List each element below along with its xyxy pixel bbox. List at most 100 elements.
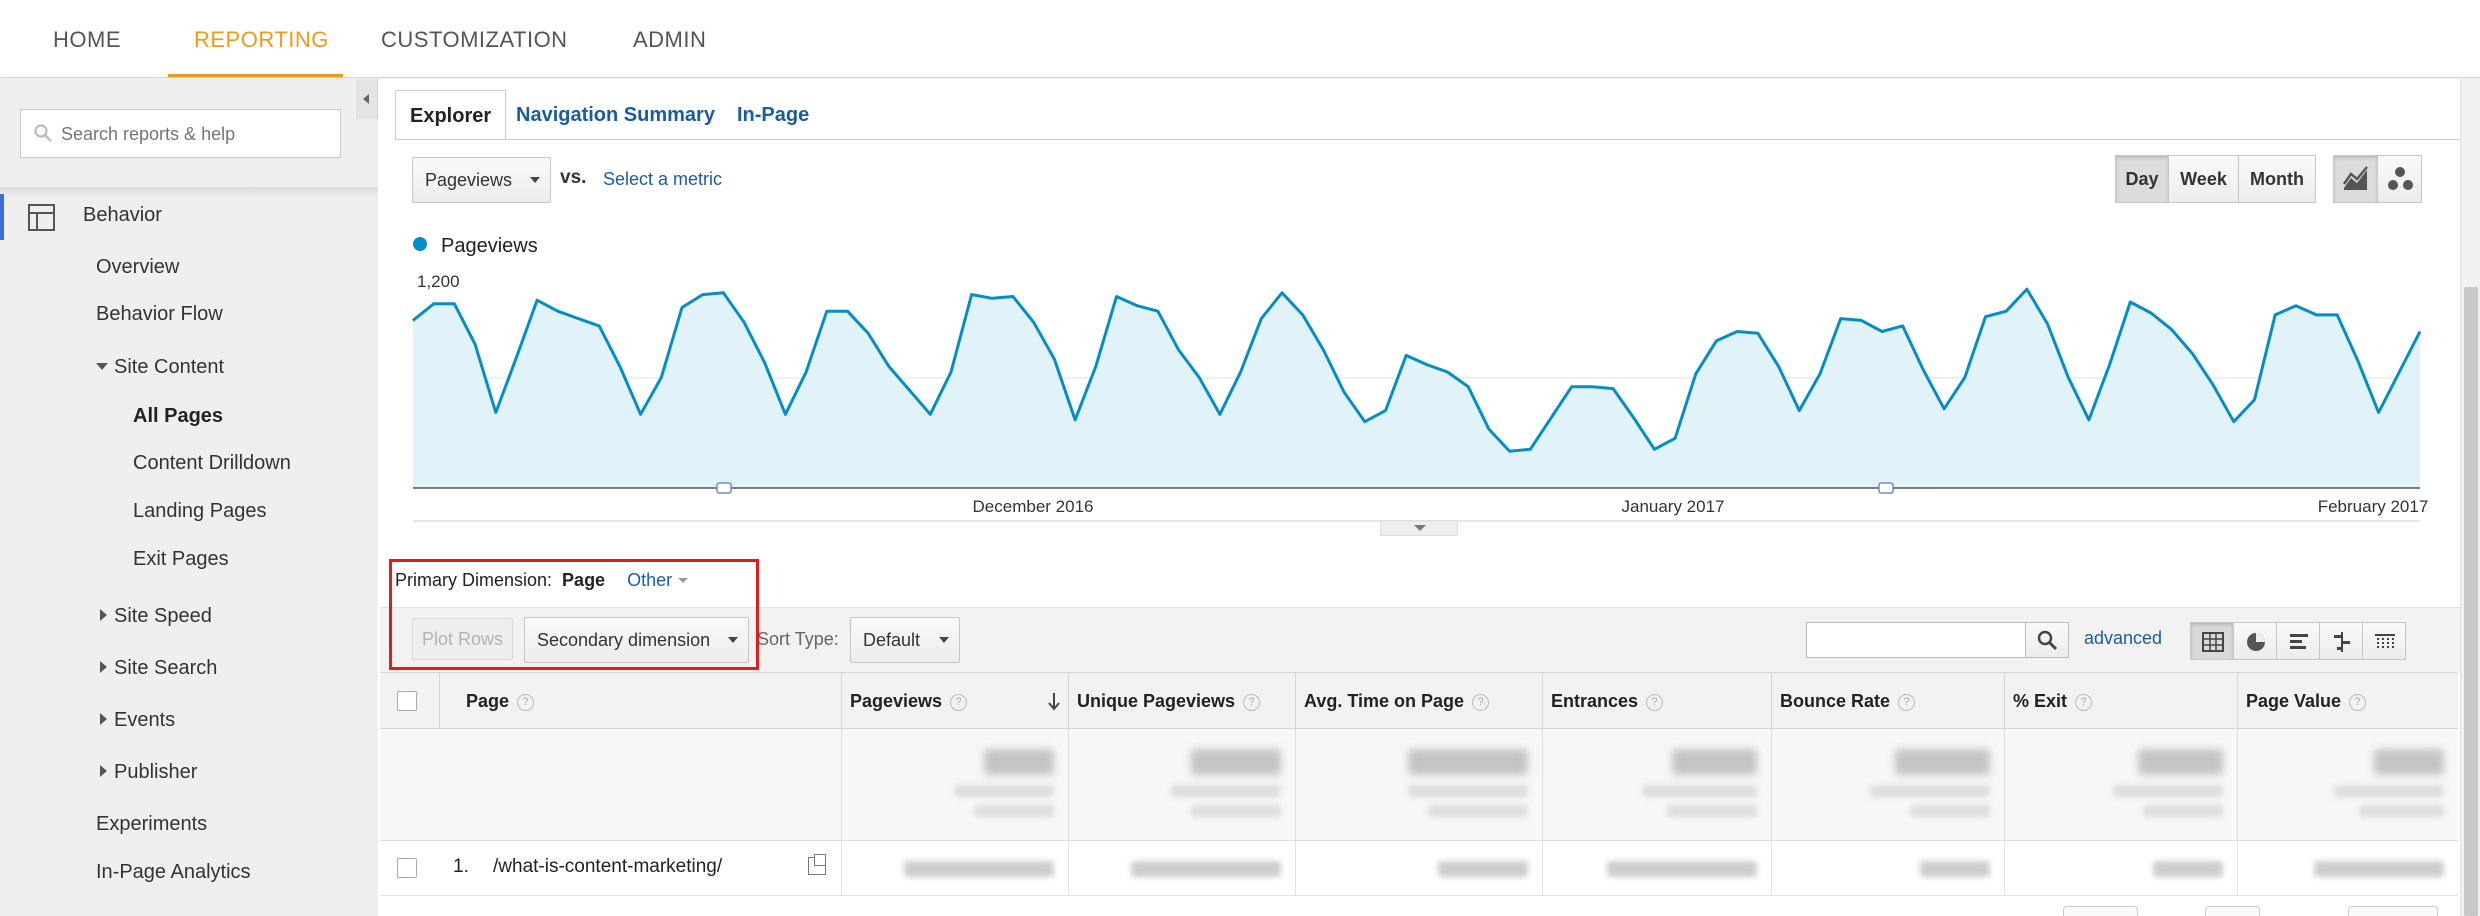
chart-data-point[interactable] xyxy=(556,309,560,313)
sidebar-item-in-page-analytics[interactable]: In-Page Analytics xyxy=(96,861,251,884)
select-metric-link[interactable]: Select a metric xyxy=(603,169,722,190)
sidebar-item-content-drilldown[interactable]: Content Drilldown xyxy=(133,452,291,475)
chart-data-point[interactable] xyxy=(1715,339,1719,343)
chart-data-point[interactable] xyxy=(1321,348,1325,352)
chart-data-point[interactable] xyxy=(1052,357,1056,361)
chart-data-point[interactable] xyxy=(2190,352,2194,356)
chart-data-point[interactable] xyxy=(1921,368,1925,372)
chart-data-point[interactable] xyxy=(2025,287,2029,291)
chart-data-point[interactable] xyxy=(1963,376,1967,380)
chart-data-point[interactable] xyxy=(2315,313,2319,317)
chart-data-point[interactable] xyxy=(494,411,498,415)
sidebar-item-exit-pages[interactable]: Exit Pages xyxy=(133,548,229,571)
tab-home[interactable]: HOME xyxy=(53,0,121,76)
chart-data-point[interactable] xyxy=(1280,291,1284,295)
annotation-icon[interactable] xyxy=(1878,482,1894,494)
column-header-avg-time-on-page[interactable]: Avg. Time on Page? xyxy=(1295,673,1542,730)
tab-explorer[interactable]: Explorer xyxy=(395,90,507,140)
pagination-control[interactable] xyxy=(2063,906,2138,916)
sidebar-item-all-pages[interactable]: All Pages xyxy=(133,405,223,428)
help-icon[interactable]: ? xyxy=(2349,694,2367,711)
chart-data-point[interactable] xyxy=(1218,412,1222,416)
chart-data-point[interactable] xyxy=(970,293,974,297)
chart-data-point[interactable] xyxy=(1570,385,1574,389)
chart-data-point[interactable] xyxy=(1652,447,1656,451)
pagination-control[interactable] xyxy=(2348,906,2438,916)
chart-data-point[interactable] xyxy=(1839,317,1843,321)
chart-data-point[interactable] xyxy=(515,355,519,359)
chart-data-point[interactable] xyxy=(1073,418,1077,422)
chart-data-point[interactable] xyxy=(1818,372,1822,376)
chart-data-point[interactable] xyxy=(1011,295,1015,299)
row-checkbox[interactable] xyxy=(397,858,417,878)
column-header-entrances[interactable]: Entrances? xyxy=(1542,673,1771,730)
chart-data-point[interactable] xyxy=(2149,311,2153,315)
help-icon[interactable]: ? xyxy=(2075,694,2093,711)
sidebar-item-experiments[interactable]: Experiments xyxy=(96,813,207,836)
column-header-exit[interactable]: % Exit? xyxy=(2004,673,2237,730)
help-icon[interactable]: ? xyxy=(1646,694,1664,711)
help-icon[interactable]: ? xyxy=(1243,694,1261,711)
chart-data-point[interactable] xyxy=(1156,309,1160,313)
chart-data-point[interactable] xyxy=(866,331,870,335)
motion-chart-button[interactable] xyxy=(2377,155,2422,203)
chart-data-point[interactable] xyxy=(908,388,912,392)
chart-data-point[interactable] xyxy=(1777,364,1781,368)
chart-data-point[interactable] xyxy=(2253,398,2257,402)
chart-data-point[interactable] xyxy=(597,324,601,328)
column-header-page[interactable]: Page? xyxy=(439,673,841,730)
column-header-unique-pageviews[interactable]: Unique Pageviews? xyxy=(1068,673,1295,730)
chart-data-point[interactable] xyxy=(452,302,456,306)
chart-data-point[interactable] xyxy=(639,412,643,416)
chart-data-point[interactable] xyxy=(1859,318,1863,322)
chart-data-point[interactable] xyxy=(742,320,746,324)
tab-navigation-summary[interactable]: Navigation Summary xyxy=(516,90,715,140)
chart-data-point[interactable] xyxy=(659,376,663,380)
chart-data-point[interactable] xyxy=(2211,383,2215,387)
scrollbar-thumb[interactable] xyxy=(2464,287,2478,916)
chart-data-point[interactable] xyxy=(411,318,415,322)
line-chart-button[interactable] xyxy=(2333,155,2378,203)
table-search-input[interactable] xyxy=(1806,622,2026,658)
chart-data-point[interactable] xyxy=(2335,313,2339,317)
sidebar-item-landing-pages[interactable]: Landing Pages xyxy=(133,500,266,523)
chart-data-point[interactable] xyxy=(825,309,829,313)
pivot-view-button[interactable] xyxy=(2362,622,2406,660)
data-table-view-button[interactable] xyxy=(2190,622,2234,660)
column-header-page-value[interactable]: Page Value? xyxy=(2237,673,2458,730)
chart-data-point[interactable] xyxy=(783,412,787,416)
chart-data-point[interactable] xyxy=(618,364,622,368)
pie-view-button[interactable] xyxy=(2233,622,2277,660)
chart-data-point[interactable] xyxy=(1611,387,1615,391)
sidebar-item-events[interactable]: Events xyxy=(100,709,175,732)
select-all-checkbox[interactable] xyxy=(397,691,417,711)
chart-data-point[interactable] xyxy=(1363,420,1367,424)
chart-data-point[interactable] xyxy=(1528,447,1532,451)
chart-data-point[interactable] xyxy=(1177,348,1181,352)
row-page-link[interactable]: /what-is-content-marketing/ xyxy=(493,856,722,878)
chart-data-point[interactable] xyxy=(1466,385,1470,389)
chart-data-point[interactable] xyxy=(2170,328,2174,332)
chart-data-point[interactable] xyxy=(1590,385,1594,389)
help-icon[interactable]: ? xyxy=(950,694,968,711)
chart-data-point[interactable] xyxy=(1342,390,1346,394)
chart-data-point[interactable] xyxy=(701,293,705,297)
sidebar-item-overview[interactable]: Overview xyxy=(96,256,179,279)
granularity-week-button[interactable]: Week xyxy=(2168,155,2239,203)
sidebar-item-site-search[interactable]: Site Search xyxy=(100,657,217,680)
chart-data-point[interactable] xyxy=(1301,313,1305,317)
chart-data-point[interactable] xyxy=(2418,330,2422,334)
chart-data-point[interactable] xyxy=(1259,317,1263,321)
comparison-view-button[interactable] xyxy=(2319,622,2363,660)
chart-data-point[interactable] xyxy=(1549,416,1553,420)
chart-data-point[interactable] xyxy=(1487,427,1491,431)
chart-data-point[interactable] xyxy=(2273,313,2277,317)
granularity-day-button[interactable]: Day xyxy=(2115,155,2169,203)
sort-type-select[interactable]: Default xyxy=(850,617,960,663)
table-search-button[interactable] xyxy=(2025,622,2069,658)
chart-data-point[interactable] xyxy=(1032,320,1036,324)
chart-data-point[interactable] xyxy=(1135,304,1139,308)
sidebar-item-behavior-flow[interactable]: Behavior Flow xyxy=(96,303,223,326)
chart-data-point[interactable] xyxy=(432,302,436,306)
chart-data-point[interactable] xyxy=(2356,359,2360,363)
